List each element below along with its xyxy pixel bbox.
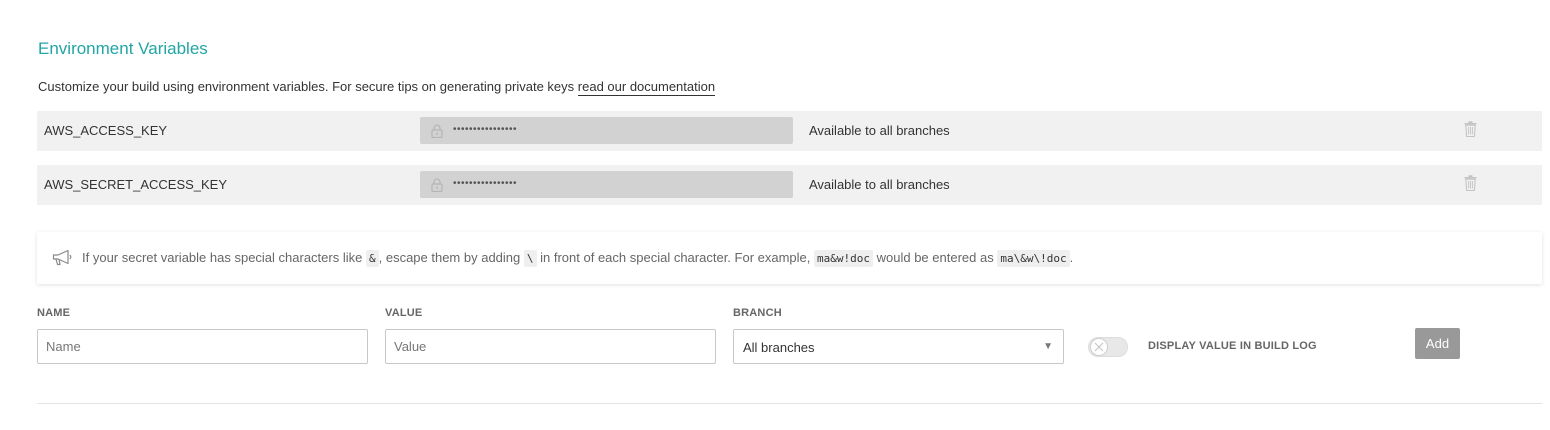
env-var-name: AWS_SECRET_ACCESS_KEY — [44, 177, 228, 192]
masked-dots: •••••••••••••••• — [453, 178, 518, 189]
notice-text-part: would be entered as — [876, 250, 994, 265]
close-icon — [1094, 342, 1104, 352]
section-description: Customize your build using environment v… — [38, 79, 716, 96]
value-input[interactable] — [385, 329, 716, 364]
notice-text: If your secret variable has special char… — [82, 250, 1074, 267]
display-value-toggle[interactable] — [1088, 337, 1128, 357]
env-var-name: AWS_ACCESS_KEY — [44, 123, 168, 138]
value-label: VALUE — [385, 307, 423, 319]
notice-text-part: in front of each special character. For … — [540, 250, 811, 265]
env-var-masked-value: •••••••••••••••• — [420, 171, 793, 198]
branch-select-value: All branches — [743, 340, 815, 355]
documentation-link[interactable]: read our documentation — [577, 79, 716, 96]
code-ampersand: & — [365, 250, 379, 267]
branch-label: BRANCH — [733, 307, 782, 319]
notice-text-part: , escape them by adding — [378, 250, 521, 265]
trash-icon[interactable] — [1464, 121, 1477, 137]
notice-text-part: If your secret variable has special char… — [82, 250, 363, 265]
code-example-raw: ma&w!doc — [814, 250, 873, 267]
name-input[interactable] — [37, 329, 368, 364]
display-value-label: DISPLAY VALUE IN BUILD LOG — [1148, 340, 1317, 352]
description-text: Customize your build using environment v… — [38, 79, 575, 94]
special-characters-notice: If your secret variable has special char… — [37, 232, 1542, 284]
env-var-row: AWS_ACCESS_KEY •••••••••••••••• Availabl… — [37, 111, 1542, 151]
env-var-masked-value: •••••••••••••••• — [420, 117, 793, 144]
branch-select[interactable]: All branches ▼ — [733, 329, 1064, 364]
section-title: Environment Variables — [38, 39, 208, 58]
toggle-knob — [1090, 338, 1108, 356]
add-button[interactable]: Add — [1415, 328, 1460, 359]
caret-down-icon: ▼ — [1043, 341, 1053, 352]
env-var-branch: Available to all branches — [809, 177, 950, 192]
code-backslash: \ — [523, 250, 537, 267]
section-divider — [37, 403, 1542, 404]
env-var-branch: Available to all branches — [809, 123, 950, 138]
name-label: NAME — [37, 307, 71, 319]
code-example-escaped: ma\&w\!doc — [997, 250, 1070, 267]
notice-text-part: . — [1069, 250, 1074, 265]
masked-dots: •••••••••••••••• — [453, 124, 518, 135]
megaphone-icon — [52, 249, 72, 266]
lock-icon — [431, 178, 443, 192]
env-var-row: AWS_SECRET_ACCESS_KEY •••••••••••••••• A… — [37, 165, 1542, 205]
trash-icon[interactable] — [1464, 175, 1477, 191]
lock-icon — [431, 124, 443, 138]
